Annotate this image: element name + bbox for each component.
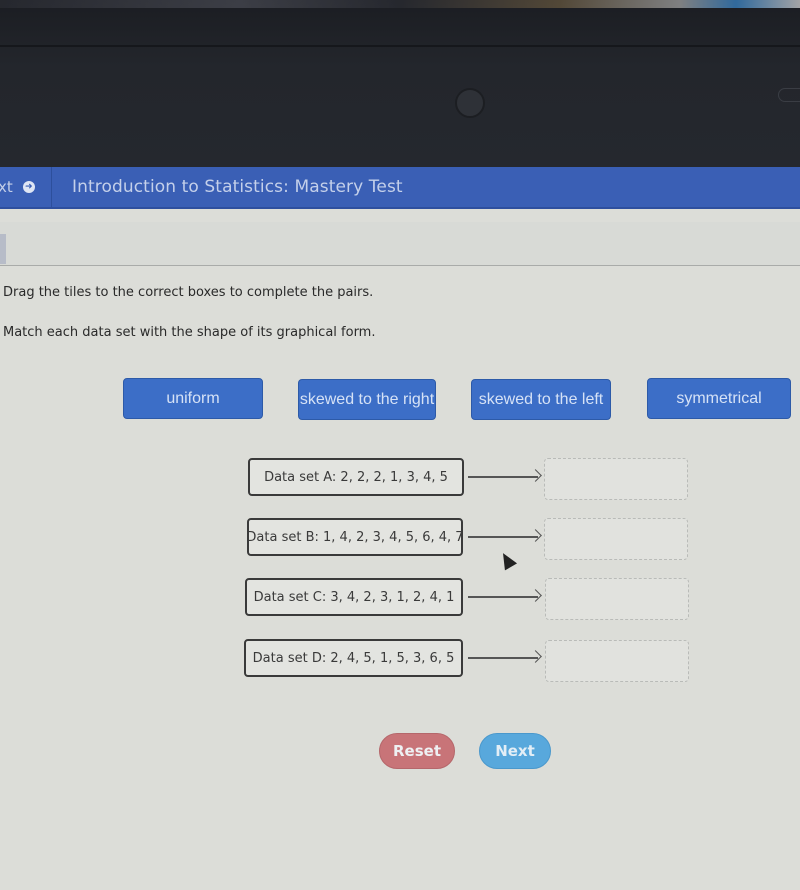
reset-button[interactable]: Reset	[379, 733, 455, 769]
arrow-right-icon	[468, 650, 542, 664]
tile-symmetrical[interactable]: symmetrical	[647, 378, 791, 419]
drop-box-a[interactable]	[544, 458, 688, 500]
drop-box-b[interactable]	[544, 518, 688, 560]
arrow-right-circle-icon: ➜	[22, 181, 35, 193]
arrow-right-icon	[468, 529, 542, 543]
arrow-right-icon	[468, 589, 542, 603]
mouse-cursor-icon	[496, 549, 518, 571]
data-set-a-label: Data set A: 2, 2, 2, 1, 3, 4, 5	[248, 458, 464, 496]
drop-box-c[interactable]	[545, 578, 689, 620]
back-button[interactable]: xt ➜	[0, 167, 52, 207]
sub-toolbar-tab[interactable]	[0, 234, 6, 264]
tile-uniform[interactable]: uniform	[123, 378, 263, 419]
drop-box-d[interactable]	[545, 640, 689, 682]
data-set-d-label: Data set D: 2, 4, 5, 1, 5, 3, 6, 5	[244, 639, 463, 677]
page-title: Introduction to Statistics: Mastery Test	[72, 177, 403, 197]
next-button[interactable]: Next	[479, 733, 551, 769]
tile-skewed-right[interactable]: skewed to the right	[298, 379, 436, 420]
instruction-drag: Drag the tiles to the correct boxes to c…	[3, 285, 374, 300]
webcam-icon	[455, 88, 485, 118]
back-label: xt	[0, 178, 13, 196]
bezel-edge	[0, 45, 800, 47]
instruction-match: Match each data set with the shape of it…	[3, 325, 376, 340]
tile-skewed-left[interactable]: skewed to the left	[471, 379, 611, 420]
header-bar: xt ➜ Introduction to Statistics: Mastery…	[0, 167, 800, 209]
bezel-top-strip	[0, 0, 800, 8]
bezel-slot	[778, 88, 800, 102]
data-set-b-label: Data set B: 1, 4, 2, 3, 4, 5, 6, 4, 7	[246, 518, 464, 556]
sub-toolbar	[0, 222, 800, 266]
monitor-bezel	[0, 0, 800, 168]
data-set-c-label: Data set C: 3, 4, 2, 3, 1, 2, 4, 1	[245, 578, 463, 616]
arrow-right-icon	[468, 469, 542, 483]
